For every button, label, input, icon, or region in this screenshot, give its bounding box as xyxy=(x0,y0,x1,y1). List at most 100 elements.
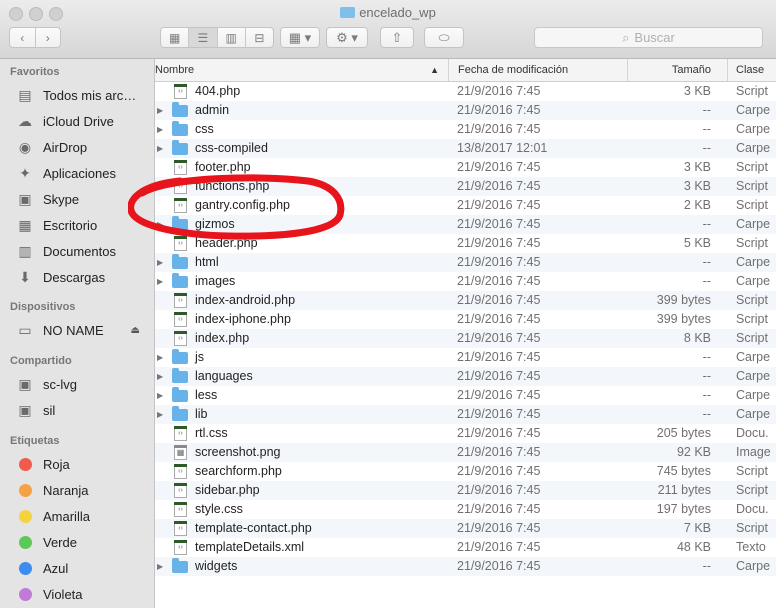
back-button[interactable]: ‹ xyxy=(10,28,36,47)
sidebar-item-icloud-drive[interactable]: ☁ iCloud Drive xyxy=(14,110,152,132)
disclosure-triangle-icon[interactable]: ▶ xyxy=(157,386,163,405)
file-row[interactable]: ▶ images 21/9/2016 7:45 -- Carpe xyxy=(155,272,776,291)
file-date: 21/9/2016 7:45 xyxy=(457,445,541,459)
file-row[interactable]: ▶ html 21/9/2016 7:45 -- Carpe xyxy=(155,253,776,272)
disclosure-triangle-icon[interactable]: ▶ xyxy=(157,348,163,367)
file-kind: Texto xyxy=(736,540,766,554)
sidebar-item-todos-mis-arc[interactable]: ▤ Todos mis arc… xyxy=(14,84,152,106)
file-row[interactable]: ▶ less 21/9/2016 7:45 -- Carpe xyxy=(155,386,776,405)
tags-button[interactable]: ⬭ xyxy=(424,27,464,48)
file-size: 48 KB xyxy=(676,540,711,554)
sidebar-item-verde[interactable]: Verde xyxy=(14,531,152,553)
search-field[interactable]: ⌕ Buscar xyxy=(534,27,763,48)
file-row[interactable]: style.css 21/9/2016 7:45 197 bytes Docu. xyxy=(155,500,776,519)
disclosure-triangle-icon[interactable]: ▶ xyxy=(157,139,163,158)
file-row[interactable]: index-android.php 21/9/2016 7:45 399 bytes… xyxy=(155,291,776,310)
icon-view-button[interactable]: ▦ xyxy=(161,28,190,47)
column-view-button[interactable]: ▥ xyxy=(218,28,246,47)
sidebar-item-skype[interactable]: ▣ Skype xyxy=(14,188,152,210)
tag-color-dot-icon xyxy=(14,509,36,523)
file-date: 21/9/2016 7:45 xyxy=(457,540,541,554)
disclosure-triangle-icon[interactable]: ▶ xyxy=(157,557,163,576)
applications-icon: ✦ xyxy=(19,164,31,181)
column-date-header[interactable]: Fecha de modificación xyxy=(448,59,622,81)
file-row[interactable]: searchform.php 21/9/2016 7:45 745 bytes Scr… xyxy=(155,462,776,481)
window-title: encelado_wp xyxy=(0,5,776,20)
coverflow-view-button[interactable]: ⊟ xyxy=(246,28,273,47)
sidebar-item-violeta[interactable]: Violeta xyxy=(14,583,152,605)
file-row[interactable]: screenshot.png 21/9/2016 7:45 92 KB Image xyxy=(155,443,776,462)
file-size: 211 bytes xyxy=(657,483,711,497)
list-view-button[interactable]: ☰ xyxy=(189,28,218,47)
file-row[interactable]: ▶ admin 21/9/2016 7:45 -- Carpe xyxy=(155,101,776,120)
sidebar-item-amarilla[interactable]: Amarilla xyxy=(14,505,152,527)
file-row[interactable]: ▶ js 21/9/2016 7:45 -- Carpe xyxy=(155,348,776,367)
file-size: -- xyxy=(702,141,711,155)
file-row[interactable]: index-iphone.php 21/9/2016 7:45 399 bytes S… xyxy=(155,310,776,329)
document-icon xyxy=(174,483,187,498)
action-button[interactable]: ⚙ ▾ xyxy=(326,27,368,48)
file-row[interactable]: 404.php 21/9/2016 7:45 3 KB Script xyxy=(155,82,776,101)
file-row[interactable]: ▶ css-compiled 13/8/2017 12:01 -- Carpe xyxy=(155,139,776,158)
forward-button[interactable]: › xyxy=(36,28,61,47)
file-kind: Image xyxy=(736,445,771,459)
share-button[interactable]: ⇧ xyxy=(380,27,414,48)
sidebar-item-azul[interactable]: Azul xyxy=(14,557,152,579)
sidebar-item-no-name[interactable]: ▭ NO NAME ⏏ xyxy=(14,319,152,341)
sidebar-item-descargas[interactable]: ⬇ Descargas xyxy=(14,266,152,288)
column-size-label: Tamaño xyxy=(671,64,711,76)
folder-icon xyxy=(172,349,188,364)
file-kind: Script xyxy=(736,312,768,326)
file-row[interactable]: rtl.css 21/9/2016 7:45 205 bytes Docu. xyxy=(155,424,776,443)
disclosure-triangle-icon[interactable]: ▶ xyxy=(157,120,163,139)
file-row[interactable]: ▶ gizmos 21/9/2016 7:45 -- Carpe xyxy=(155,215,776,234)
airdrop-icon: ◉ xyxy=(18,138,32,155)
finder-window: encelado_wp ‹ › ▦ ☰ ▥ ⊟ ▦ ▾ ⚙ ▾ ⇧ ⬭ ⌕ Bus… xyxy=(0,0,776,608)
file-row[interactable]: footer.php 21/9/2016 7:45 3 KB Script xyxy=(155,158,776,177)
arrange-icon: ▦ ▾ xyxy=(288,29,312,45)
column-size-header[interactable]: Tamaño xyxy=(627,59,727,81)
file-row[interactable]: functions.php 21/9/2016 7:45 3 KB Script xyxy=(155,177,776,196)
file-row[interactable]: header.php 21/9/2016 7:45 5 KB Script xyxy=(155,234,776,253)
file-row[interactable]: gantry.config.php 21/9/2016 7:45 2 KB Scrip… xyxy=(155,196,776,215)
tag-color-dot-icon xyxy=(14,561,36,575)
sidebar-item-aplicaciones[interactable]: ✦ Aplicaciones xyxy=(14,162,152,184)
file-date: 21/9/2016 7:45 xyxy=(457,464,541,478)
sidebar-item-naranja[interactable]: Naranja xyxy=(14,479,152,501)
disclosure-triangle-icon[interactable]: ▶ xyxy=(157,405,163,424)
file-row[interactable]: sidebar.php 21/9/2016 7:45 211 bytes Script xyxy=(155,481,776,500)
sidebar-item-sil[interactable]: ▣ sil xyxy=(14,399,152,421)
file-date: 21/9/2016 7:45 xyxy=(457,407,541,421)
desktop-icon: ▦ xyxy=(18,216,32,233)
drive-icon: ▭ xyxy=(18,321,32,338)
disclosure-triangle-icon[interactable]: ▶ xyxy=(157,215,163,234)
file-date: 21/9/2016 7:45 xyxy=(457,84,541,98)
column-name-header[interactable]: Nombre ▲ xyxy=(154,59,447,81)
file-size: 205 bytes xyxy=(656,426,711,440)
file-row[interactable]: ▶ css 21/9/2016 7:45 -- Carpe xyxy=(155,120,776,139)
disclosure-triangle-icon[interactable]: ▶ xyxy=(157,272,163,291)
eject-icon[interactable]: ⏏ xyxy=(131,325,140,336)
sidebar-item-airdrop[interactable]: ◉ AirDrop xyxy=(14,136,152,158)
file-row[interactable]: ▶ lib 21/9/2016 7:45 -- Carpe xyxy=(155,405,776,424)
disclosure-triangle-icon[interactable]: ▶ xyxy=(157,253,163,272)
column-kind-header[interactable]: Clase xyxy=(727,59,776,81)
sidebar-item-escritorio[interactable]: ▦ Escritorio xyxy=(14,214,152,236)
disclosure-triangle-icon[interactable]: ▶ xyxy=(157,367,163,386)
document-icon xyxy=(174,84,187,99)
file-row[interactable]: template-contact.php 21/9/2016 7:45 7 KB Sc… xyxy=(155,519,776,538)
sidebar-item-roja[interactable]: Roja xyxy=(14,453,152,475)
file-row[interactable]: templateDetails.xml 21/9/2016 7:45 48 KB Te… xyxy=(155,538,776,557)
disclosure-triangle-icon[interactable]: ▶ xyxy=(157,101,163,120)
sidebar-item-sc-lvg[interactable]: ▣ sc-lvg xyxy=(14,373,152,395)
arrange-button[interactable]: ▦ ▾ xyxy=(280,27,320,48)
file-date: 21/9/2016 7:45 xyxy=(457,198,541,212)
file-row[interactable]: index.php 21/9/2016 7:45 8 KB Script xyxy=(155,329,776,348)
file-size: 399 bytes xyxy=(656,312,711,326)
sidebar-item-documentos[interactable]: ▥ Documentos xyxy=(14,240,152,262)
file-kind: Script xyxy=(736,521,768,535)
file-row[interactable]: ▶ languages 21/9/2016 7:45 -- Carpe xyxy=(155,367,776,386)
sort-ascending-icon: ▲ xyxy=(430,65,439,75)
tag-color-dot-icon xyxy=(14,483,36,497)
file-row[interactable]: ▶ widgets 21/9/2016 7:45 -- Carpe xyxy=(155,557,776,576)
